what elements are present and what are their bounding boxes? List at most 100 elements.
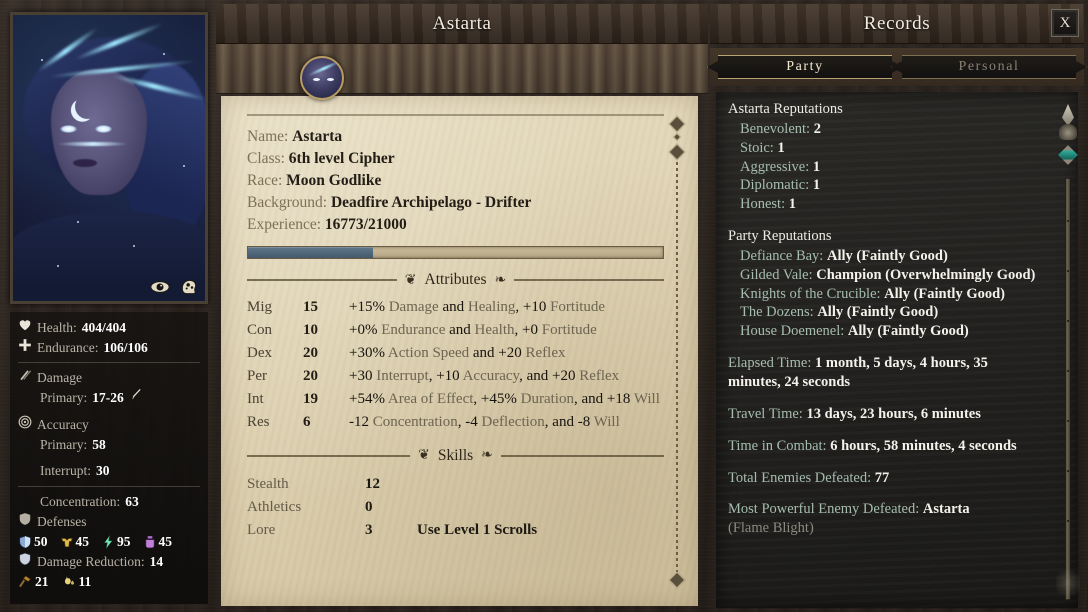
divider	[18, 362, 200, 364]
accuracy-primary-value: 58	[92, 436, 106, 452]
reputation-value: Ally (Faintly Good)	[817, 304, 939, 321]
stat-accuracy: Accuracy	[18, 415, 202, 435]
mind-icon[interactable]	[179, 277, 199, 297]
party-reputation-row: Defiance Bay: Ally (Faintly Good)	[728, 247, 1044, 266]
reputation-value: Ally (Faintly Good)	[826, 247, 948, 264]
character-reputations-heading: Astarta Reputations	[728, 101, 843, 117]
attribute-value: 19	[303, 390, 318, 407]
attribute-name: Per	[247, 367, 267, 384]
skill-name: Lore	[247, 522, 276, 539]
close-button[interactable]: X	[1051, 9, 1079, 37]
reputation-key: Honest:	[740, 196, 789, 213]
attribute-value: 20	[303, 344, 318, 361]
attribute-row[interactable]: Int 19 +54% Area of Effect, +45% Duration,…	[247, 389, 664, 412]
reputation-key: Aggressive:	[740, 158, 813, 175]
tab-party-label: Party	[786, 59, 824, 74]
ornament-band	[216, 44, 708, 94]
will-value: 45	[158, 534, 173, 550]
attribute-effect: +0% Endurance and Health, +0 Fortitude	[349, 321, 597, 338]
party-reputations-heading: Party Reputations	[728, 228, 832, 245]
character-portrait[interactable]	[10, 12, 208, 304]
stat-endurance: Endurance: 106/106	[18, 338, 202, 358]
skill-note: Use Level 1 Scrolls	[417, 522, 538, 539]
skill-row[interactable]: Athletics 0	[247, 496, 664, 519]
skill-row[interactable]: Lore 3 Use Level 1 Scrolls	[247, 519, 664, 542]
records-stat-row: Most Powerful Enemy Defeated: Astarta	[728, 500, 1044, 519]
tab-personal-label: Personal	[958, 59, 1020, 74]
plus-cross-icon	[19, 338, 31, 351]
attribute-row[interactable]: Per 20 +30 Interrupt, +10 Accuracy, and +2…	[247, 366, 664, 389]
records-stat-row: Elapsed Time: 1 month, 5 days, 4 hours, …	[728, 354, 1044, 392]
info-row: Experience: 16773/21000	[247, 214, 664, 236]
skill-note	[417, 496, 664, 519]
portrait-artwork	[13, 15, 205, 301]
accuracy-primary-label: Primary:	[40, 436, 88, 452]
stat-defenses: Defenses	[18, 512, 202, 532]
endurance-label: Endurance:	[37, 339, 99, 355]
skill-value: 12	[365, 475, 380, 492]
attribute-value: 6	[303, 413, 311, 430]
attribute-effect: +54% Area of Effect, +45% Duration, and …	[349, 390, 660, 407]
crush-hammer-icon	[19, 575, 31, 587]
flourish-left-icon: ❦	[404, 272, 417, 288]
skill-row[interactable]: Stealth 12	[247, 473, 664, 496]
reputation-value: 1	[812, 177, 821, 194]
party-reputation-row: The Dozens: Ally (Faintly Good)	[728, 303, 1044, 322]
records-stat-row: Time in Combat: 6 hours, 58 minutes, 4 s…	[728, 437, 1044, 456]
damage-reduction-label: Damage Reduction:	[37, 554, 145, 570]
tab-party[interactable]: Party	[707, 55, 903, 79]
scroll-thumb[interactable]	[668, 143, 686, 161]
defense-deflection: 50	[18, 532, 48, 552]
fortitude-value: 45	[75, 534, 90, 550]
skill-value: 0	[365, 499, 373, 516]
attribute-row[interactable]: Dex 20 +30% Action Speed and +20 Reflex	[247, 343, 664, 366]
records-stat-key: Elapsed Time:	[728, 355, 816, 372]
interrupt-value: 30	[95, 463, 110, 479]
info-key: Background:	[247, 194, 328, 211]
records-statistics-list: Elapsed Time: 1 month, 5 days, 4 hours, …	[728, 354, 1044, 519]
flourish-right-icon: ❧	[481, 448, 493, 464]
character-reputation-row: Honest: 1	[728, 195, 1044, 214]
records-content: Astarta Reputations Benevolent: 2 Stoic: …	[716, 92, 1078, 608]
info-value: 6th level Cipher	[288, 150, 395, 167]
attribute-value: 10	[303, 321, 318, 338]
fleur-ornament-icon	[1059, 124, 1077, 140]
records-stat-value: 77	[874, 469, 890, 486]
info-value: Astarta	[292, 128, 343, 145]
stat-concentration: Concentration: 63	[18, 492, 202, 512]
spear-tip-icon	[1062, 104, 1074, 126]
mini-portrait-avatar[interactable]	[300, 56, 344, 100]
attribute-row[interactable]: Mig 15 +15% Damage and Healing, +10 Fortit…	[247, 297, 664, 320]
dr-crush: 21	[18, 572, 49, 592]
info-row: Name: Astarta	[247, 126, 664, 148]
scroll-track[interactable]	[676, 162, 678, 572]
weapon-sword-icon	[131, 389, 141, 400]
records-column: Records X Party Personal Astarta Reputat…	[707, 4, 1087, 608]
attribute-row[interactable]: Con 10 +0% Endurance and Health, +0 Fortit…	[247, 320, 664, 343]
accuracy-target-icon	[18, 415, 32, 429]
stat-damage-primary: Primary: 17-26	[18, 388, 202, 408]
records-stat-value: 13 days, 23 hours, 6 minutes	[806, 405, 981, 422]
attribute-effect: +30 Interrupt, +10 Accuracy, and +20 Ref…	[349, 367, 620, 384]
party-reputation-row: Knights of the Crucible: Ally (Faintly G…	[728, 285, 1044, 304]
records-trailing-line: (Flame Blight)	[728, 520, 814, 537]
reflex-bolt-icon	[104, 535, 113, 549]
character-stats-panel: Health: 404/404 Endurance: 106/106 Damag…	[10, 312, 208, 604]
tab-personal[interactable]: Personal	[891, 55, 1087, 79]
reputation-value: Ally (Faintly Good)	[847, 323, 969, 340]
skill-value: 3	[365, 522, 373, 539]
experience-bar-fill	[248, 247, 373, 258]
eye-icon[interactable]	[150, 277, 170, 297]
skill-name: Stealth	[247, 475, 289, 492]
info-row: Background: Deadfire Archipelago - Drift…	[247, 192, 664, 214]
reputation-value: 1	[788, 196, 796, 213]
attribute-row[interactable]: Res 6 -12 Concentration, -4 Deflection, an…	[247, 412, 664, 435]
parchment-scrollbar[interactable]	[668, 115, 686, 598]
records-stat-key: Time in Combat:	[728, 437, 831, 454]
dr-crush-value: 21	[35, 573, 49, 589]
reputation-value: Ally (Faintly Good)	[884, 285, 1006, 302]
concentration-value: 63	[125, 493, 139, 509]
records-stat-key: Travel Time:	[728, 405, 807, 422]
